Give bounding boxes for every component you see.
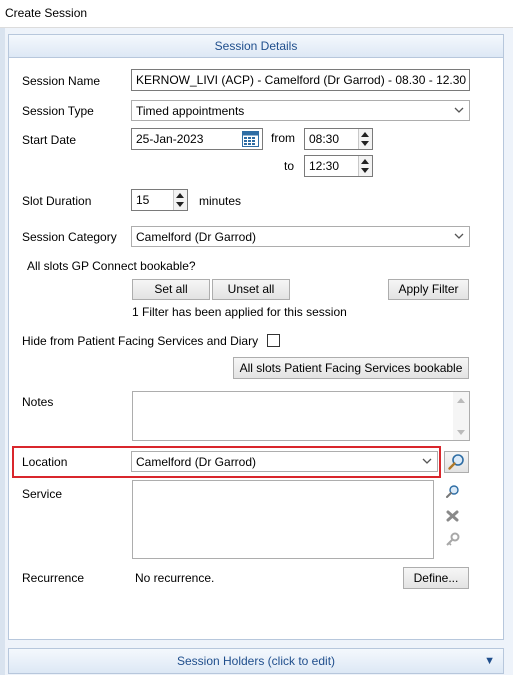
slot-duration-spinner[interactable]	[173, 190, 187, 210]
chevron-down-icon	[454, 233, 464, 239]
notes-scrollbar[interactable]	[453, 392, 469, 440]
calendar-icon[interactable]	[242, 131, 259, 147]
recurrence-label: Recurrence	[22, 571, 85, 585]
from-time-value: 08:30	[309, 132, 340, 146]
pfs-bookable-button[interactable]: All slots Patient Facing Services bookab…	[233, 357, 469, 379]
to-label: to	[284, 159, 295, 173]
from-label: from	[271, 131, 295, 145]
slot-duration-value: 15	[136, 193, 150, 207]
search-icon[interactable]	[444, 484, 461, 500]
to-time-input[interactable]: 12:30	[304, 155, 373, 177]
session-type-value: Timed appointments	[136, 104, 245, 118]
hide-pfs-checkbox[interactable]	[267, 334, 280, 347]
service-list[interactable]	[132, 480, 434, 559]
notes-textarea[interactable]	[132, 391, 470, 441]
service-label: Service	[22, 487, 63, 501]
slot-duration-label: Slot Duration	[22, 194, 92, 208]
session-details-header[interactable]: Session Details	[8, 34, 504, 58]
start-date-value: 25-Jan-2023	[136, 132, 204, 146]
gp-connect-label: All slots GP Connect bookable?	[27, 259, 196, 273]
from-time-input[interactable]: 08:30	[304, 128, 373, 150]
session-category-label: Session Category	[22, 230, 117, 244]
location-select[interactable]: Camelford (Dr Garrod)	[131, 451, 438, 472]
key-icon[interactable]	[444, 532, 461, 548]
recurrence-value: No recurrence.	[135, 571, 215, 585]
session-type-label: Session Type	[22, 104, 94, 118]
to-time-spinner[interactable]	[358, 156, 372, 176]
session-holders-header[interactable]: Session Holders (click to edit) ▼	[8, 648, 504, 674]
session-name-input[interactable]: KERNOW_LIVI (ACP) - Camelford (Dr Garrod…	[131, 69, 470, 91]
chevron-down-icon	[422, 458, 432, 464]
apply-filter-button[interactable]: Apply Filter	[388, 279, 469, 300]
window-title: Create Session	[0, 0, 513, 28]
slot-duration-input[interactable]: 15	[131, 189, 188, 211]
slot-duration-unit: minutes	[199, 194, 242, 208]
start-date-input[interactable]: 25-Jan-2023	[131, 128, 263, 150]
double-chevron-down-icon[interactable]: ▼	[484, 649, 495, 673]
start-date-label: Start Date	[22, 133, 77, 147]
location-search-button[interactable]	[444, 451, 469, 473]
unset-all-button[interactable]: Unset all	[212, 279, 290, 300]
remove-icon[interactable]	[444, 508, 461, 524]
define-recurrence-button[interactable]: Define...	[403, 567, 469, 589]
hide-pfs-label: Hide from Patient Facing Services and Di…	[22, 334, 259, 348]
session-category-value: Camelford (Dr Garrod)	[136, 230, 257, 244]
search-icon	[448, 454, 464, 470]
chevron-down-icon	[454, 107, 464, 113]
left-strip	[0, 28, 5, 675]
location-label: Location	[22, 455, 68, 469]
filter-status-text: 1 Filter has been applied for this sessi…	[132, 305, 347, 319]
session-name-label: Session Name	[22, 74, 101, 88]
to-time-value: 12:30	[309, 159, 340, 173]
set-all-button[interactable]: Set all	[132, 279, 210, 300]
session-holders-label: Session Holders (click to edit)	[176, 654, 336, 668]
from-time-spinner[interactable]	[358, 129, 372, 149]
location-value: Camelford (Dr Garrod)	[136, 455, 257, 469]
session-type-select[interactable]: Timed appointments	[131, 100, 470, 121]
notes-label: Notes	[22, 395, 54, 409]
session-category-select[interactable]: Camelford (Dr Garrod)	[131, 226, 470, 247]
